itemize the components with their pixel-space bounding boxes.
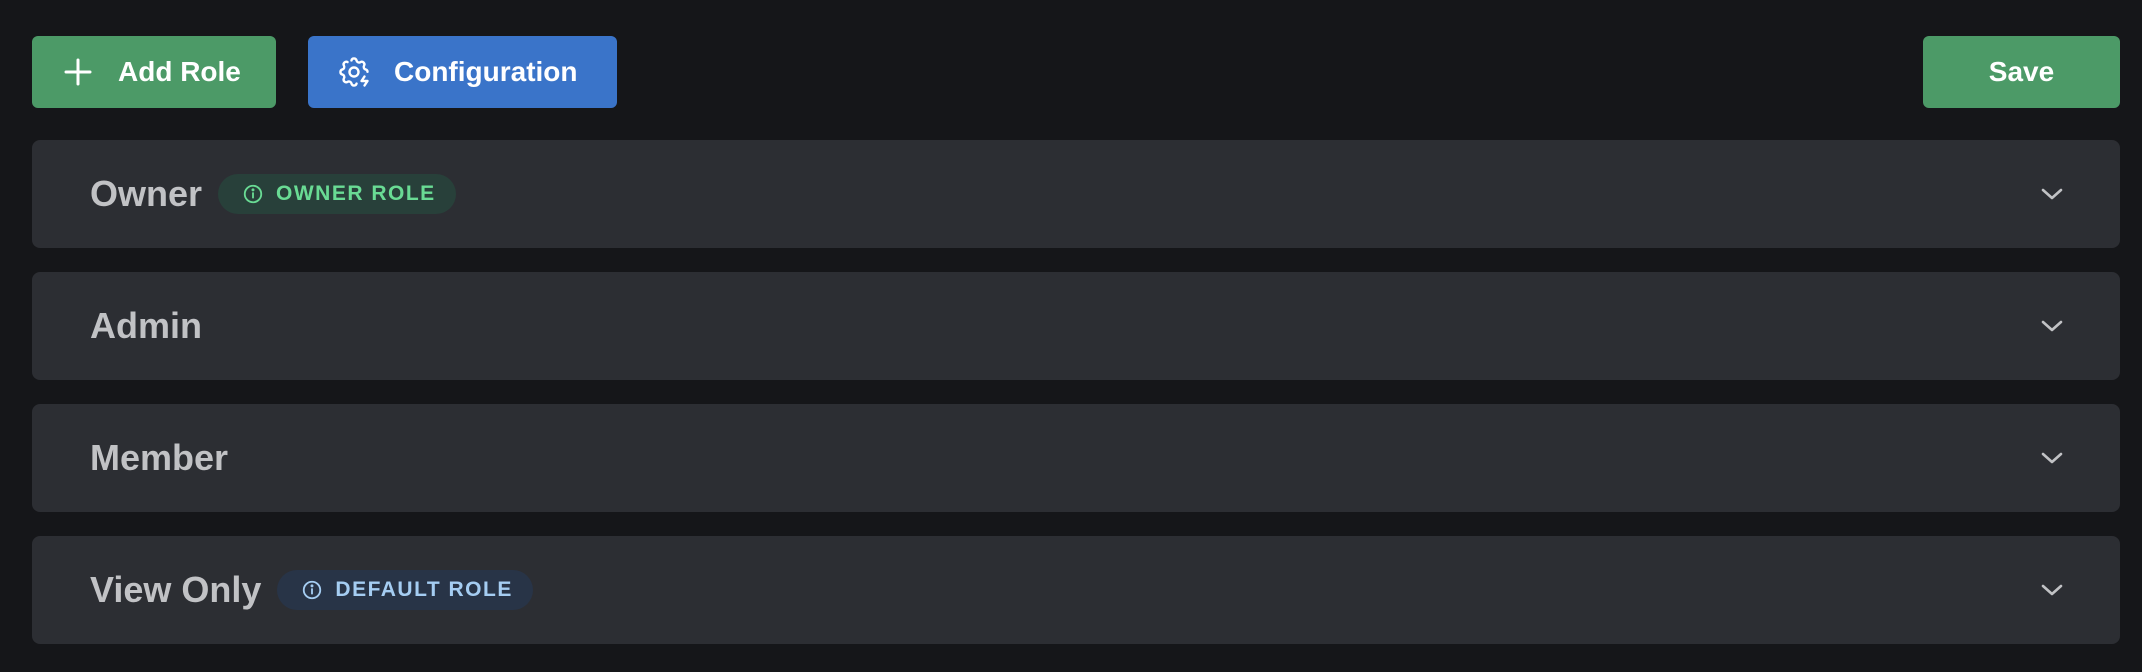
toolbar: Add Role Configuration Save	[32, 36, 2120, 108]
add-role-button[interactable]: Add Role	[32, 36, 276, 108]
role-name: Admin	[90, 305, 202, 346]
chevron-down-icon[interactable]	[2038, 576, 2066, 604]
role-name: View Only	[90, 569, 262, 610]
badge-label: OWNER ROLE	[276, 182, 436, 205]
info-circle-icon	[242, 183, 264, 205]
chevron-down-icon[interactable]	[2038, 312, 2066, 340]
gear-bolt-icon	[336, 54, 372, 90]
configuration-label: Configuration	[394, 56, 578, 87]
default-role-badge: DEFAULT ROLE	[277, 570, 533, 610]
configuration-button[interactable]: Configuration	[308, 36, 617, 108]
role-name: Owner	[90, 173, 203, 214]
chevron-down-icon[interactable]	[2038, 180, 2066, 208]
role-row-member[interactable]: Member	[32, 404, 2120, 512]
role-row-owner[interactable]: Owner OWNER ROLE	[32, 140, 2120, 248]
add-role-label: Add Role	[118, 56, 241, 87]
chevron-down-icon[interactable]	[2038, 444, 2066, 472]
save-label: Save	[1988, 56, 2055, 87]
badge-label: DEFAULT ROLE	[335, 578, 513, 601]
save-button[interactable]: Save	[1923, 36, 2120, 108]
role-list: Owner OWNER ROLE Admin Member View Only …	[32, 140, 2120, 668]
role-name: Member	[90, 437, 229, 478]
info-circle-icon	[301, 579, 323, 601]
role-row-view-only[interactable]: View Only DEFAULT ROLE	[32, 536, 2120, 644]
plus-icon	[60, 54, 96, 90]
owner-role-badge: OWNER ROLE	[218, 174, 456, 214]
role-row-admin[interactable]: Admin	[32, 272, 2120, 380]
